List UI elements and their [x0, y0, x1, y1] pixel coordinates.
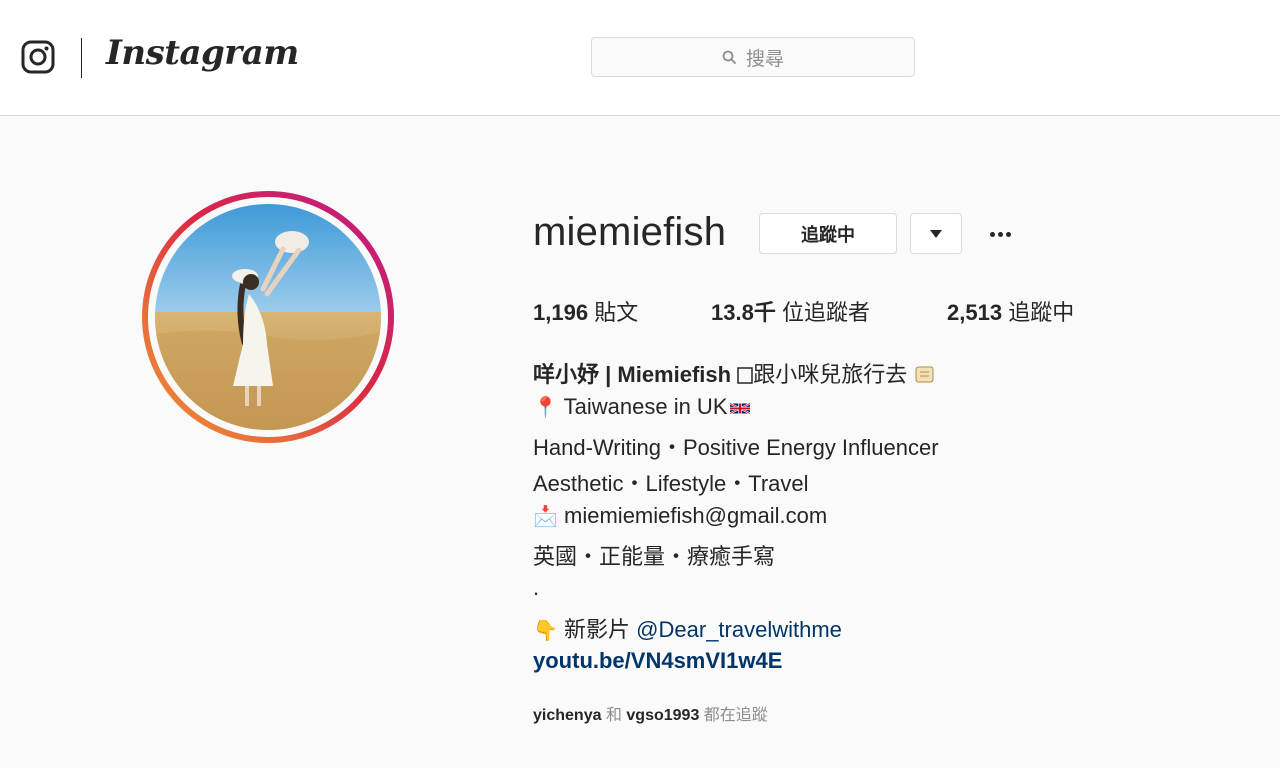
search-placeholder: 搜尋 — [745, 48, 784, 70]
bio-full-name: 咩小妤 | Miemiefish 跟小咪兒旅行去 — [533, 357, 935, 389]
bio-location-line: 📍 Taiwanese in UK — [533, 394, 750, 420]
scroll-icon — [915, 366, 934, 383]
instagram-camera-icon[interactable] — [21, 40, 55, 74]
followed-by-line[interactable]: yichenya 和 vgso1993 都在追蹤 — [533, 701, 768, 725]
bio-line-handwriting: Hand-Writing・Positive Energy Influencer — [533, 435, 939, 460]
bio-line-aesthetic: Aesthetic・Lifestyle・Travel — [533, 471, 809, 496]
bio-dot-line: . — [533, 575, 540, 600]
bio-new-video-line: 👇 新影片 @Dear_travelwithme — [533, 612, 842, 644]
bio-email-line: 📩 miemiemiefish@gmail.com — [533, 503, 827, 529]
instagram-wordmark[interactable]: Instagram — [106, 33, 299, 73]
following-button[interactable]: 追蹤中 — [759, 213, 897, 254]
envelope-icon: 📩 — [533, 504, 558, 528]
new-video-label: 新影片 — [564, 617, 631, 642]
posts-count-stat: 1,196 貼文 — [533, 295, 638, 327]
bio-location: Taiwanese in UK — [563, 394, 728, 419]
search-input[interactable]: 搜尋 — [591, 37, 915, 77]
followed-by-user-1[interactable]: yichenya — [533, 707, 601, 724]
followers-count: 13.8千 — [711, 300, 776, 325]
following-label: 追蹤中 — [1008, 300, 1075, 325]
pin-icon: 📍 — [533, 395, 558, 419]
caret-down-icon — [930, 229, 942, 238]
posts-count: 1,196 — [533, 300, 589, 325]
posts-label: 貼文 — [594, 300, 639, 325]
followed-by-suffix: 都在追蹤 — [703, 707, 768, 724]
top-navigation-bar: Instagram 搜尋 — [0, 0, 1280, 116]
more-options-button[interactable] — [980, 215, 1020, 253]
followers-label: 位追蹤者 — [781, 300, 870, 325]
followed-by-conjunction: 和 — [605, 707, 622, 724]
mention-link[interactable]: @Dear_travelwithme — [636, 617, 842, 642]
logo-divider — [81, 38, 82, 78]
avatar[interactable] — [155, 204, 381, 430]
bio-external-link[interactable]: youtu.be/VN4smVI1w4E — [533, 648, 782, 674]
full-name: 咩小妤 | Miemiefish — [533, 362, 732, 387]
profile-username: miemiefish — [533, 210, 727, 254]
following-count-stat[interactable]: 2,513 追蹤中 — [947, 295, 1074, 327]
ellipsis-icon — [1005, 231, 1011, 237]
followed-by-user-2[interactable]: vgso1993 — [626, 707, 699, 724]
uk-flag-icon — [729, 402, 750, 415]
following-count: 2,513 — [947, 300, 1003, 325]
suggestions-dropdown-button[interactable] — [910, 213, 962, 254]
box-glyph-icon — [737, 367, 753, 384]
ellipsis-icon — [989, 231, 995, 237]
ellipsis-icon — [997, 231, 1003, 237]
pointing-hand-icon: 👇 — [533, 618, 558, 642]
bio-name-tail: 跟小咪兒旅行去 — [753, 362, 908, 387]
profile-avatar-story-ring[interactable] — [142, 191, 394, 443]
search-icon — [722, 50, 736, 64]
bio-line-chinese: 英國・正能量・療癒手寫 — [533, 544, 776, 569]
followers-count-stat[interactable]: 13.8千 位追蹤者 — [711, 295, 870, 327]
bio-email: miemiemiefish@gmail.com — [564, 503, 828, 528]
